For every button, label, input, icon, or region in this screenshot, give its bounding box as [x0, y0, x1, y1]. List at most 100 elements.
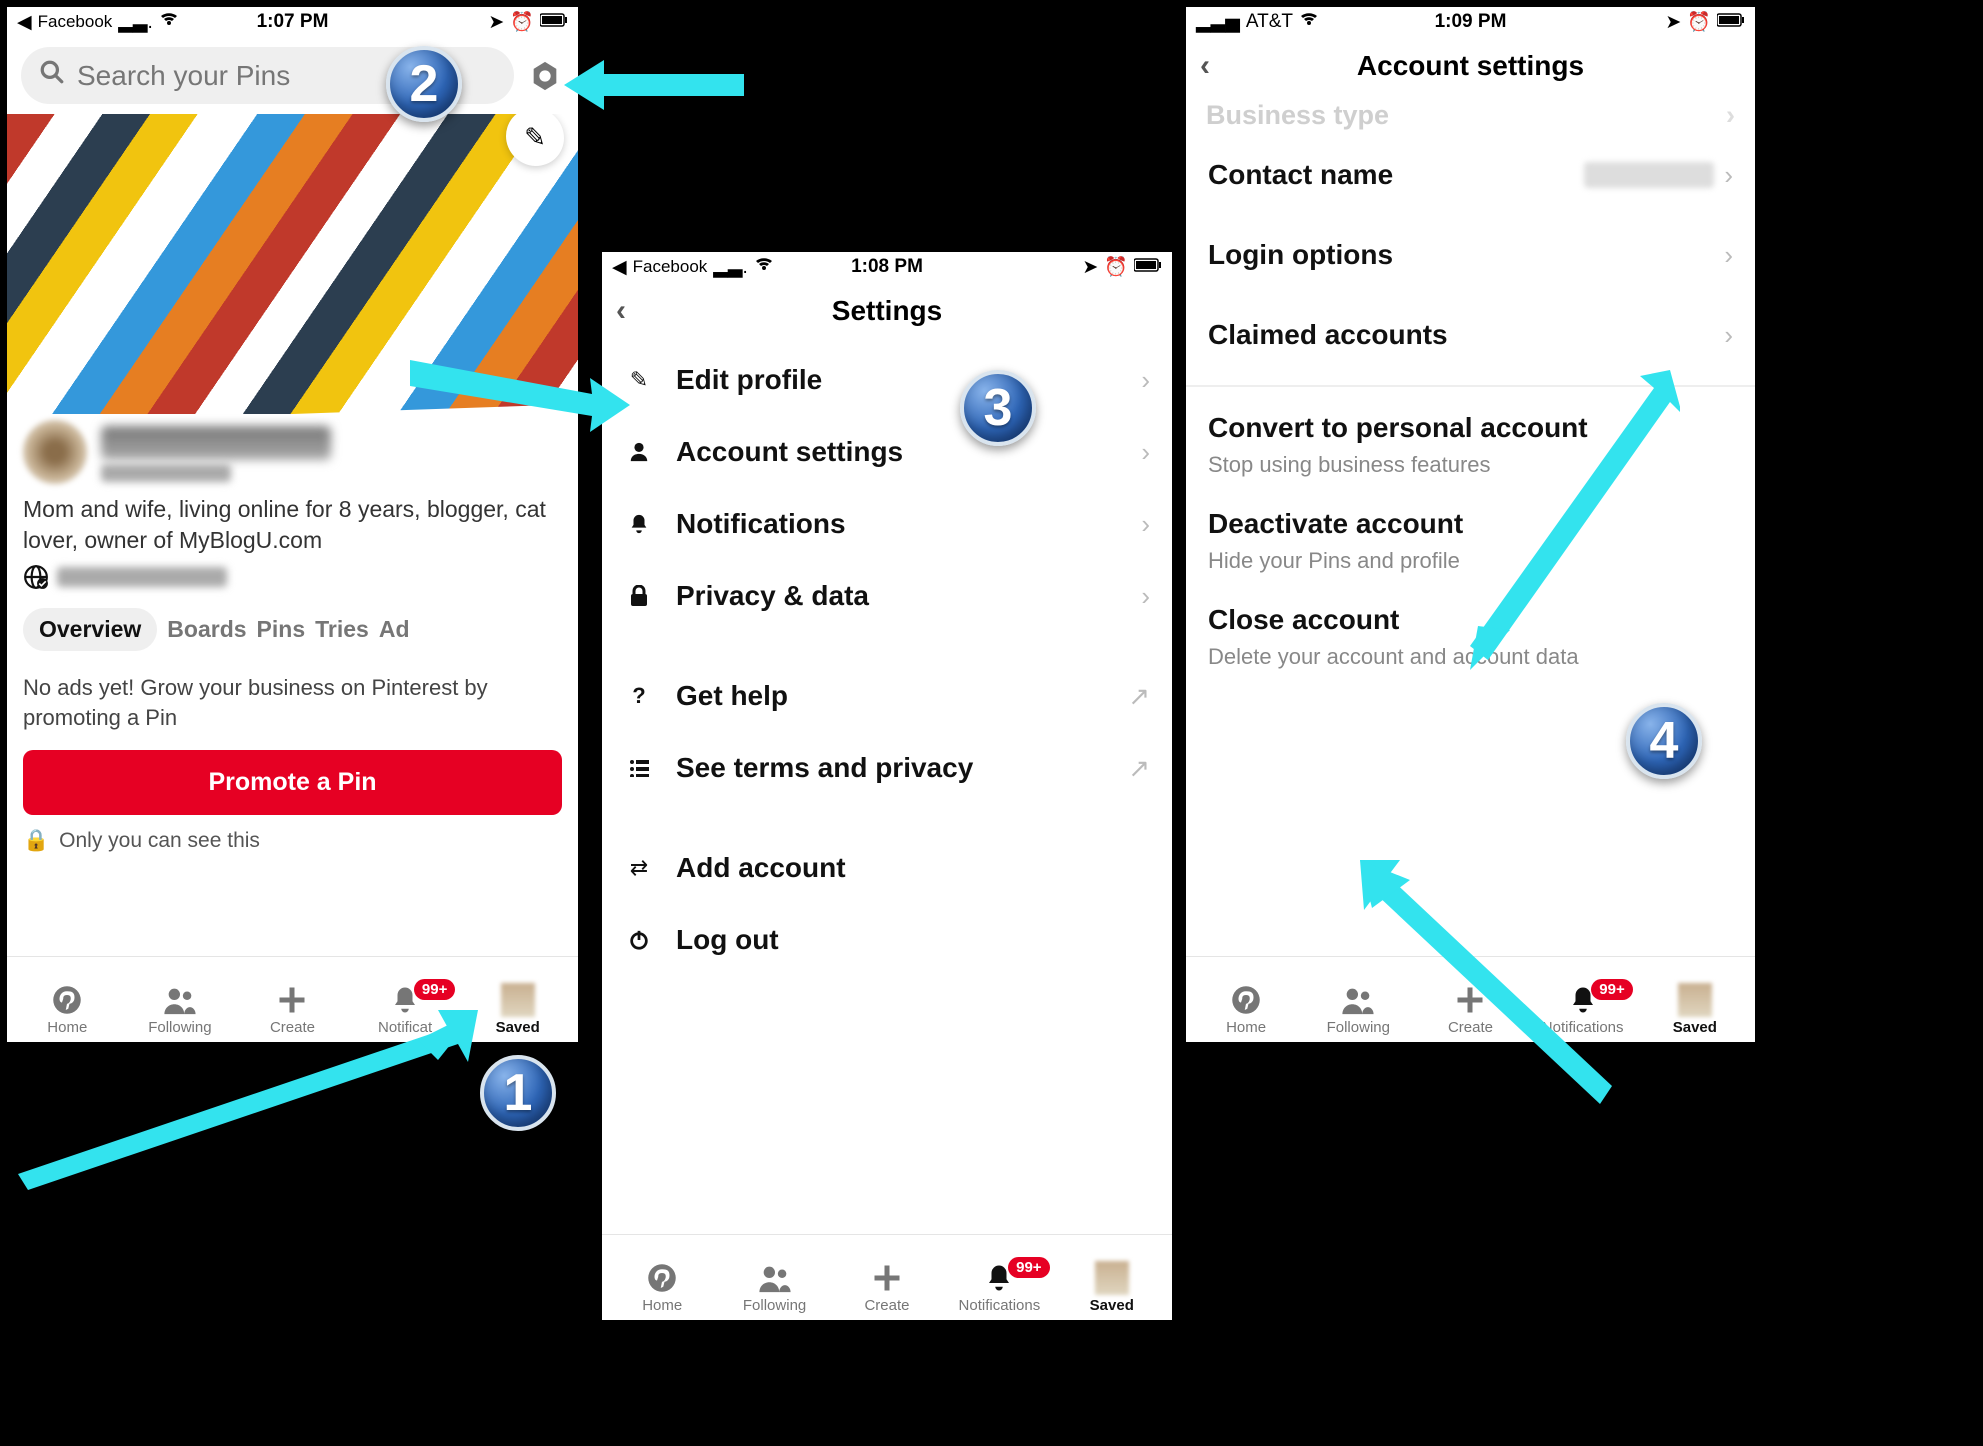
row-notifications[interactable]: Notifications ›	[602, 488, 1172, 560]
row-label: See terms and privacy	[676, 752, 1106, 784]
tab-create[interactable]: Create	[831, 1261, 943, 1314]
promote-pin-button[interactable]: Promote a Pin	[23, 750, 562, 815]
tab-overview[interactable]: Overview	[23, 608, 157, 651]
alarm-icon: ⏰	[510, 10, 534, 34]
alarm-icon: ⏰	[1687, 10, 1711, 34]
notification-badge: 99+	[1008, 1257, 1049, 1278]
lock-icon: 🔒	[23, 829, 49, 853]
tab-notifications[interactable]: 99+ Notifications	[943, 1261, 1055, 1314]
tab-following[interactable]: Following	[718, 1261, 830, 1314]
tab-pins[interactable]: Pins	[257, 616, 306, 643]
avatar[interactable]	[23, 420, 87, 484]
pencil-icon: ✎	[524, 121, 546, 153]
tab-label: Saved	[1090, 1297, 1134, 1314]
row-label: Claimed accounts	[1208, 319, 1724, 351]
tab-saved[interactable]: Saved	[461, 983, 574, 1036]
location-icon: ➤	[488, 11, 504, 34]
tab-label: Notifications	[959, 1297, 1041, 1314]
row-label: Privacy & data	[676, 580, 1119, 612]
people-icon	[758, 1261, 792, 1295]
tab-label: Saved	[1673, 1019, 1717, 1036]
profile-sub-blurred	[101, 464, 231, 482]
alarm-icon: ⏰	[1104, 255, 1128, 279]
row-label: Edit profile	[676, 364, 1119, 396]
chevron-right-icon: ›	[1141, 581, 1150, 612]
row-privacy[interactable]: Privacy & data ›	[602, 560, 1172, 632]
row-label: Notifications	[676, 508, 1119, 540]
tab-label: Create	[864, 1297, 909, 1314]
row-log-out[interactable]: Log out	[602, 904, 1172, 976]
pinterest-icon	[1229, 983, 1263, 1017]
pinterest-icon	[645, 1261, 679, 1295]
website-blurred[interactable]	[57, 567, 227, 587]
row-get-help[interactable]: ? Get help ↗	[602, 660, 1172, 732]
back-chevron-icon[interactable]: ◀	[17, 11, 32, 34]
settings-gear-button[interactable]	[526, 57, 564, 95]
row-label: Account settings	[676, 436, 1119, 468]
back-button[interactable]: ‹	[616, 294, 626, 328]
tab-ads[interactable]: Ad	[379, 616, 410, 643]
annotation-badge-4: 4	[1626, 703, 1702, 779]
globe-icon	[23, 564, 49, 590]
status-bar: ◀ Facebook ▂▃. 1:08 PM ➤ ⏰	[602, 252, 1172, 282]
external-link-icon: ↗	[1128, 681, 1150, 712]
signal-icon: ▂▃▅	[1196, 11, 1240, 34]
tab-saved[interactable]: Saved	[1056, 1261, 1168, 1314]
back-button[interactable]: ‹	[1200, 49, 1210, 83]
annotation-badge-2: 2	[386, 46, 462, 122]
row-account-settings[interactable]: Account settings ›	[602, 416, 1172, 488]
row-login-options[interactable]: Login options ›	[1186, 215, 1755, 295]
back-app-label[interactable]: Facebook	[633, 257, 708, 277]
tab-label: Saved	[496, 1019, 540, 1036]
location-icon: ➤	[1082, 256, 1098, 279]
row-contact-name[interactable]: Contact name ›	[1186, 135, 1755, 215]
battery-icon	[540, 11, 568, 33]
row-claimed-accounts[interactable]: Claimed accounts ›	[1186, 295, 1755, 375]
question-icon: ?	[624, 683, 654, 709]
wifi-icon	[1299, 11, 1319, 33]
profile-tabs: Overview Boards Pins Tries Ad	[23, 608, 562, 651]
back-app-label[interactable]: Facebook	[38, 12, 113, 32]
row-label: Login options	[1208, 239, 1724, 271]
swap-icon: ⇄	[624, 855, 654, 881]
back-chevron-icon[interactable]: ◀	[612, 256, 627, 279]
row-label: Contact name	[1208, 159, 1584, 191]
row-add-account[interactable]: ⇄ Add account	[602, 832, 1172, 904]
lock-icon	[624, 585, 654, 607]
tab-boards[interactable]: Boards	[167, 616, 246, 643]
clock: 1:09 PM	[1435, 11, 1507, 33]
chevron-right-icon: ›	[1724, 240, 1733, 271]
row-terms[interactable]: See terms and privacy ↗	[602, 732, 1172, 804]
status-bar: ▂▃▅ AT&T 1:09 PM ➤ ⏰	[1186, 7, 1755, 37]
page-title: Account settings	[1357, 50, 1584, 82]
page-title: Settings	[832, 295, 942, 327]
status-bar: ◀ Facebook ▂▃. 1:07 PM ➤ ⏰	[7, 7, 578, 37]
notification-badge: 99+	[414, 979, 455, 1000]
battery-icon	[1134, 256, 1162, 278]
tab-home[interactable]: Home	[1190, 983, 1302, 1036]
saved-thumb-icon	[1678, 983, 1712, 1017]
annotation-badge-1: 1	[480, 1055, 556, 1131]
tab-home[interactable]: Home	[606, 1261, 718, 1314]
annotation-arrow-to-saved	[18, 1010, 478, 1190]
row-label: Log out	[676, 924, 1150, 956]
power-icon	[624, 929, 654, 951]
tab-saved[interactable]: Saved	[1639, 983, 1751, 1036]
row-business-type-faded: Business type ›	[1186, 95, 1755, 135]
contact-value-blurred	[1584, 162, 1714, 188]
chevron-right-icon: ›	[1724, 320, 1733, 351]
row-edit-profile[interactable]: ✎ Edit profile ›	[602, 344, 1172, 416]
signal-icon: ▂▃.	[713, 256, 748, 279]
annotation-badge-3: 3	[960, 370, 1036, 446]
bottom-tabbar: Home Following Create 99+ Notifications …	[602, 1234, 1172, 1320]
phone-settings: ◀ Facebook ▂▃. 1:08 PM ➤ ⏰ ‹ Settings ✎ …	[602, 252, 1172, 1320]
saved-thumb-icon	[501, 983, 535, 1017]
chevron-right-icon: ›	[1141, 365, 1150, 396]
profile-block: Mom and wife, living online for 8 years,…	[7, 414, 578, 853]
wifi-icon	[159, 11, 179, 33]
list-icon	[624, 759, 654, 777]
clock: 1:08 PM	[851, 256, 923, 278]
tab-tries[interactable]: Tries	[315, 616, 369, 643]
profile-name-blurred	[101, 426, 331, 460]
row-label: Get help	[676, 680, 1106, 712]
